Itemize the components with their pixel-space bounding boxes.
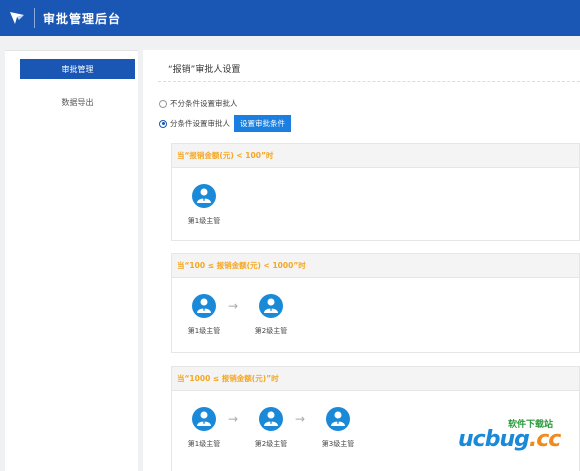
arrow-right-icon: → (295, 412, 306, 426)
page-title: “报销”审批人设置 (168, 65, 241, 75)
option-with-condition[interactable]: 分条件设置审批人 设置审批条件 (159, 115, 291, 132)
condition-block-3-title: 当“1000 ≤ 报销金额(元)”时 (172, 367, 579, 391)
sidebar: 审批管理 数据导出 (5, 50, 138, 471)
arrow-right-icon: → (228, 412, 239, 426)
set-condition-button[interactable]: 设置审批条件 (234, 115, 291, 132)
user-icon (192, 184, 216, 208)
arrow-right-icon: → (228, 299, 239, 313)
logo-icon (0, 0, 34, 36)
option-with-condition-label: 分条件设置审批人 (170, 119, 230, 128)
user-icon (259, 294, 283, 318)
option-no-condition[interactable]: 不分条件设置审批人 (159, 98, 238, 109)
approver-label: 第1级主管 (187, 327, 221, 335)
sidebar-item-approval-management[interactable]: 审批管理 (20, 59, 135, 79)
approver-label: 第2级主管 (254, 327, 288, 335)
user-icon (192, 294, 216, 318)
approver-node: 第1级主管 (182, 184, 226, 226)
main-panel: “报销”审批人设置 不分条件设置审批人 分条件设置审批人 设置审批条件 当“报销… (143, 50, 580, 471)
approver-label: 第2级主管 (254, 440, 288, 448)
sidebar-item-data-export[interactable]: 数据导出 (20, 92, 135, 112)
condition-block-2: 当“100 ≤ 报销金额(元) < 1000”时 第1级主管 → 第2级主管 (171, 253, 580, 353)
approver-node: 第1级主管 (182, 294, 226, 336)
header-divider (34, 8, 35, 28)
condition-block-1: 当“报销金额(元) < 100”时 第1级主管 (171, 143, 580, 241)
approver-node: 第1级主管 (182, 407, 226, 449)
user-icon (326, 407, 350, 431)
user-icon (259, 407, 283, 431)
approver-label: 第1级主管 (187, 440, 221, 448)
watermark: 软件下载站 ucbug.cc (452, 415, 580, 471)
approver-node: 第3级主管 (316, 407, 360, 449)
approver-label: 第3级主管 (321, 440, 355, 448)
approver-label: 第1级主管 (187, 217, 221, 225)
radio-with-condition[interactable] (159, 119, 167, 128)
approver-node: 第2级主管 (249, 407, 293, 449)
app-title: 审批管理后台 (43, 11, 122, 26)
approver-node: 第2级主管 (249, 294, 293, 336)
watermark-logo-text: ucbug.cc (458, 427, 561, 452)
watermark-logo-suffix: .cc (528, 427, 561, 452)
user-icon (192, 407, 216, 431)
option-no-condition-label: 不分条件设置审批人 (170, 99, 238, 108)
title-divider (158, 81, 580, 82)
radio-no-condition[interactable] (159, 99, 167, 108)
condition-block-1-title: 当“报销金额(元) < 100”时 (172, 144, 579, 168)
condition-block-2-title: 当“100 ≤ 报销金额(元) < 1000”时 (172, 254, 579, 278)
top-bar: 审批管理后台 (0, 0, 580, 36)
watermark-logo-main: ucbug (458, 427, 530, 452)
